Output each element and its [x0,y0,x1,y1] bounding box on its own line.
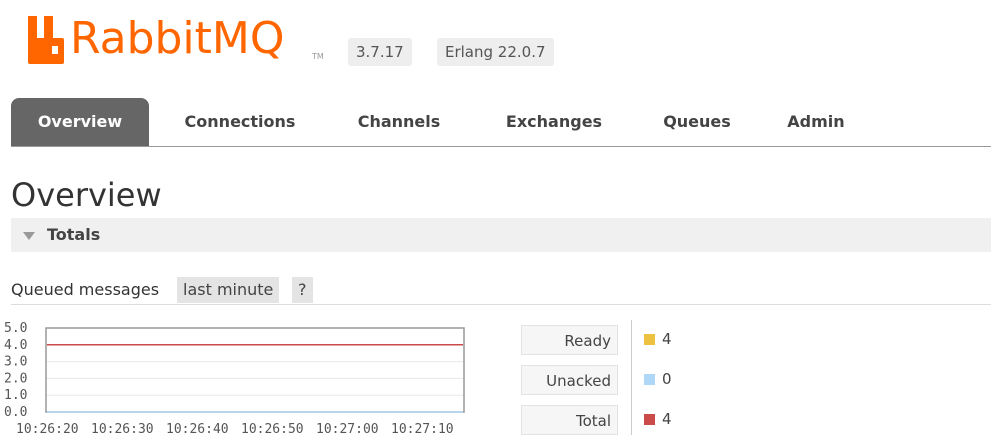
chart-plot-frame [45,327,465,413]
logo-trademark: TM [312,52,324,61]
chart-y-tick-label: 4.0 [4,338,27,353]
page-title: Overview [11,176,162,214]
rabbitmq-logo-icon [28,16,64,64]
chart-y-tick-label: 3.0 [4,355,27,370]
tab-exchanges[interactable]: Exchanges [484,98,624,146]
chart-x-tick-label: 10:26:30 [91,422,154,435]
legend-ready-swatch [644,334,655,345]
main-nav-tabs: Overview Connections Channels Exchanges … [11,98,991,147]
chart-y-tick-label: 0.0 [4,405,27,420]
legend-ready-label: Ready [521,325,618,355]
totals-section-label: Totals [47,225,101,244]
legend-unacked-value: 0 [662,370,672,388]
tab-admin[interactable]: Admin [768,98,864,146]
legend-total-value: 4 [662,410,672,428]
chart-x-tick-label: 10:26:40 [166,422,229,435]
tab-overview[interactable]: Overview [11,98,149,146]
time-range-selector[interactable]: last minute [177,277,280,303]
chart-x-tick-label: 10:26:20 [16,422,79,435]
legend-unacked-label: Unacked [521,365,618,395]
help-button[interactable]: ? [292,277,313,303]
legend-ready-value: 4 [662,330,672,348]
chart-x-tick-label: 10:27:00 [316,422,379,435]
totals-section-toggle[interactable]: Totals [11,218,991,252]
legend-total-label: Total [521,405,618,435]
queued-messages-label: Queued messages [11,280,160,299]
legend-divider [631,320,632,435]
divider [11,304,991,305]
tab-channels[interactable]: Channels [336,98,462,146]
erlang-version-badge: Erlang 22.0.7 [437,38,554,66]
chart-x-tick-label: 10:27:10 [391,422,454,435]
triangle-down-icon [23,232,35,240]
version-badge: 3.7.17 [348,38,412,66]
queued-messages-chart: 5.0 4.0 3.02.0 1.0 0.0 10:26:20 10:26:30 10:26:… [4,321,465,435]
logo-text: RabbitMQ [70,13,285,64]
tab-connections[interactable]: Connections [161,98,319,146]
legend-unacked-swatch [644,374,655,385]
chart-y-tick-label: 2.0 [4,371,27,386]
chart-y-tick-label: 5.0 [4,321,27,336]
chart-x-tick-label: 10:26:50 [241,422,304,435]
legend-total-swatch [644,414,655,425]
chart-y-tick-label: 1.0 [4,388,27,403]
tab-queues[interactable]: Queues [643,98,751,146]
